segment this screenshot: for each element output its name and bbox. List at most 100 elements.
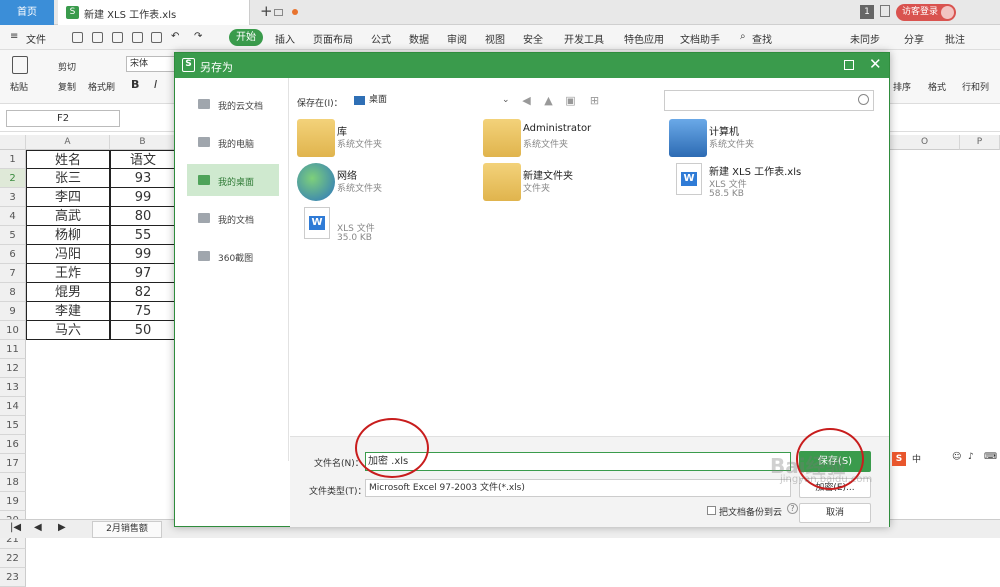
new-file-icon[interactable] — [72, 32, 83, 43]
column-header[interactable]: P — [960, 135, 1000, 150]
corner-cell[interactable] — [0, 135, 26, 150]
menu-devtools[interactable]: 开发工具 — [564, 31, 604, 46]
column-header[interactable]: B — [110, 135, 176, 150]
visitor-login-button[interactable]: 访客登录 — [896, 4, 956, 21]
filename-input[interactable]: 加密 .xls — [365, 452, 791, 471]
menu-file[interactable]: 文件 — [26, 31, 46, 46]
save-in-select[interactable]: 桌面 ⌄ — [350, 91, 514, 110]
sidebar-item-cloud[interactable]: 我的云文档 — [187, 88, 279, 120]
row-header[interactable]: 23 — [0, 568, 26, 587]
paste-button[interactable]: 粘贴 — [10, 80, 28, 93]
row-header[interactable]: 11 — [0, 340, 26, 359]
cut-button[interactable]: 剪切 — [58, 60, 76, 73]
column-header[interactable]: O — [890, 135, 960, 150]
maximize-icon[interactable] — [844, 60, 854, 70]
menu-view[interactable]: 视图 — [485, 31, 505, 46]
copy-button[interactable]: 复制 — [58, 80, 76, 93]
row-header[interactable]: 6 — [0, 245, 26, 264]
view-mode-icon[interactable]: ⊞ — [588, 94, 601, 107]
file-item-administrator[interactable]: Administrator 系统文件夹 — [483, 119, 663, 161]
menu-annotate[interactable]: 批注 — [945, 31, 965, 46]
up-folder-icon[interactable]: ▲ — [542, 94, 555, 107]
file-item-new-folder[interactable]: 新建文件夹 文件夹 — [483, 163, 663, 205]
table-cell[interactable]: 82 — [110, 283, 176, 302]
row-header[interactable]: 15 — [0, 416, 26, 435]
row-header[interactable]: 18 — [0, 473, 26, 492]
menu-doc-helper[interactable]: 文档助手 — [680, 31, 720, 46]
menu-layout[interactable]: 页面布局 — [313, 31, 353, 46]
row-header[interactable]: 2 — [0, 169, 26, 188]
paste-icon[interactable] — [12, 56, 28, 74]
italic-button[interactable]: I — [154, 78, 157, 91]
sheet-tab[interactable]: 2月销售额 — [92, 521, 162, 538]
row-header[interactable]: 3 — [0, 188, 26, 207]
restore-icon[interactable] — [880, 5, 890, 17]
sidebar-item-computer[interactable]: 我的电脑 — [187, 126, 279, 158]
sort-button[interactable]: 排序 — [893, 80, 911, 93]
menu-data[interactable]: 数据 — [409, 31, 429, 46]
window-count-badge[interactable]: 1 — [860, 5, 874, 19]
table-cell[interactable]: 97 — [110, 264, 176, 283]
window-icon[interactable] — [274, 9, 283, 16]
file-item-xls[interactable]: W 新建 XLS 工作表.xls XLS 文件 58.5 KB — [669, 159, 849, 201]
table-cell[interactable]: 冯阳 — [26, 245, 110, 264]
menu-special[interactable]: 特色应用 — [624, 31, 664, 46]
table-cell[interactable]: 80 — [110, 207, 176, 226]
row-header[interactable]: 17 — [0, 454, 26, 473]
table-cell[interactable]: 张三 — [26, 169, 110, 188]
menu-share[interactable]: 分享 — [904, 31, 924, 46]
column-header[interactable]: A — [26, 135, 110, 150]
menu-security[interactable]: 安全 — [523, 31, 543, 46]
table-cell[interactable]: 99 — [110, 188, 176, 207]
redo-icon[interactable]: ↷ — [194, 31, 202, 42]
checkbox-icon[interactable] — [707, 506, 716, 515]
format-button[interactable]: 格式 — [928, 80, 946, 93]
file-item-library[interactable]: 库 系统文件夹 — [297, 119, 477, 161]
row-header[interactable]: 5 — [0, 226, 26, 245]
search-input[interactable] — [664, 90, 874, 111]
back-icon[interactable]: ◀ — [520, 94, 533, 107]
keyboard-icon[interactable]: ⌨ — [984, 452, 997, 462]
table-cell[interactable]: 姓名 — [26, 150, 110, 169]
menu-review[interactable]: 审阅 — [447, 31, 467, 46]
menu-start[interactable]: 开始 — [229, 29, 263, 46]
row-header[interactable]: 12 — [0, 359, 26, 378]
row-col-button[interactable]: 行和列 — [962, 80, 989, 93]
row-header[interactable]: 8 — [0, 283, 26, 302]
sidebar-item-desktop[interactable]: 我的桌面 — [187, 164, 279, 196]
tab-document[interactable]: S 新建 XLS 工作表.xls — [58, 0, 298, 25]
ime-logo-icon[interactable]: S — [892, 452, 906, 466]
first-sheet-icon[interactable]: |◀ — [10, 522, 21, 533]
print-icon[interactable] — [132, 32, 143, 43]
tab-home[interactable]: 首页 — [0, 0, 54, 25]
cancel-button[interactable]: 取消 — [799, 503, 871, 523]
table-cell[interactable]: 王炸 — [26, 264, 110, 283]
sidebar-item-360[interactable]: 360截图 — [187, 240, 279, 272]
menu-find[interactable]: 查找 — [752, 31, 772, 46]
row-header[interactable]: 16 — [0, 435, 26, 454]
row-header[interactable]: 4 — [0, 207, 26, 226]
table-cell[interactable]: 50 — [110, 321, 176, 340]
filetype-select[interactable]: Microsoft Excel 97-2003 文件(*.xls) — [365, 479, 791, 497]
bold-button[interactable]: B — [131, 78, 139, 91]
ime-punctuation-icon[interactable]: 中 — [912, 452, 921, 465]
menu-unsync[interactable]: 未同步 — [850, 31, 880, 46]
table-cell[interactable]: 高武 — [26, 207, 110, 226]
new-tab-button[interactable]: + — [260, 2, 273, 20]
table-cell[interactable]: 语文 — [110, 150, 176, 169]
row-header[interactable]: 1 — [0, 150, 26, 169]
font-select[interactable]: 宋体 — [126, 56, 176, 72]
sidebar-item-documents[interactable]: 我的文档 — [187, 202, 279, 234]
prev-sheet-icon[interactable]: ◀ — [34, 522, 42, 533]
name-box[interactable]: F2 — [6, 110, 120, 127]
row-header[interactable]: 14 — [0, 397, 26, 416]
table-cell[interactable]: 99 — [110, 245, 176, 264]
format-painter-button[interactable]: 格式刷 — [88, 80, 115, 93]
menu-formula[interactable]: 公式 — [371, 31, 391, 46]
save-icon[interactable] — [112, 32, 123, 43]
mic-icon[interactable]: ♪ — [968, 452, 974, 462]
help-icon[interactable]: ? — [787, 503, 798, 514]
row-header[interactable]: 19 — [0, 492, 26, 511]
print-preview-icon[interactable] — [151, 32, 162, 43]
table-cell[interactable]: 55 — [110, 226, 176, 245]
